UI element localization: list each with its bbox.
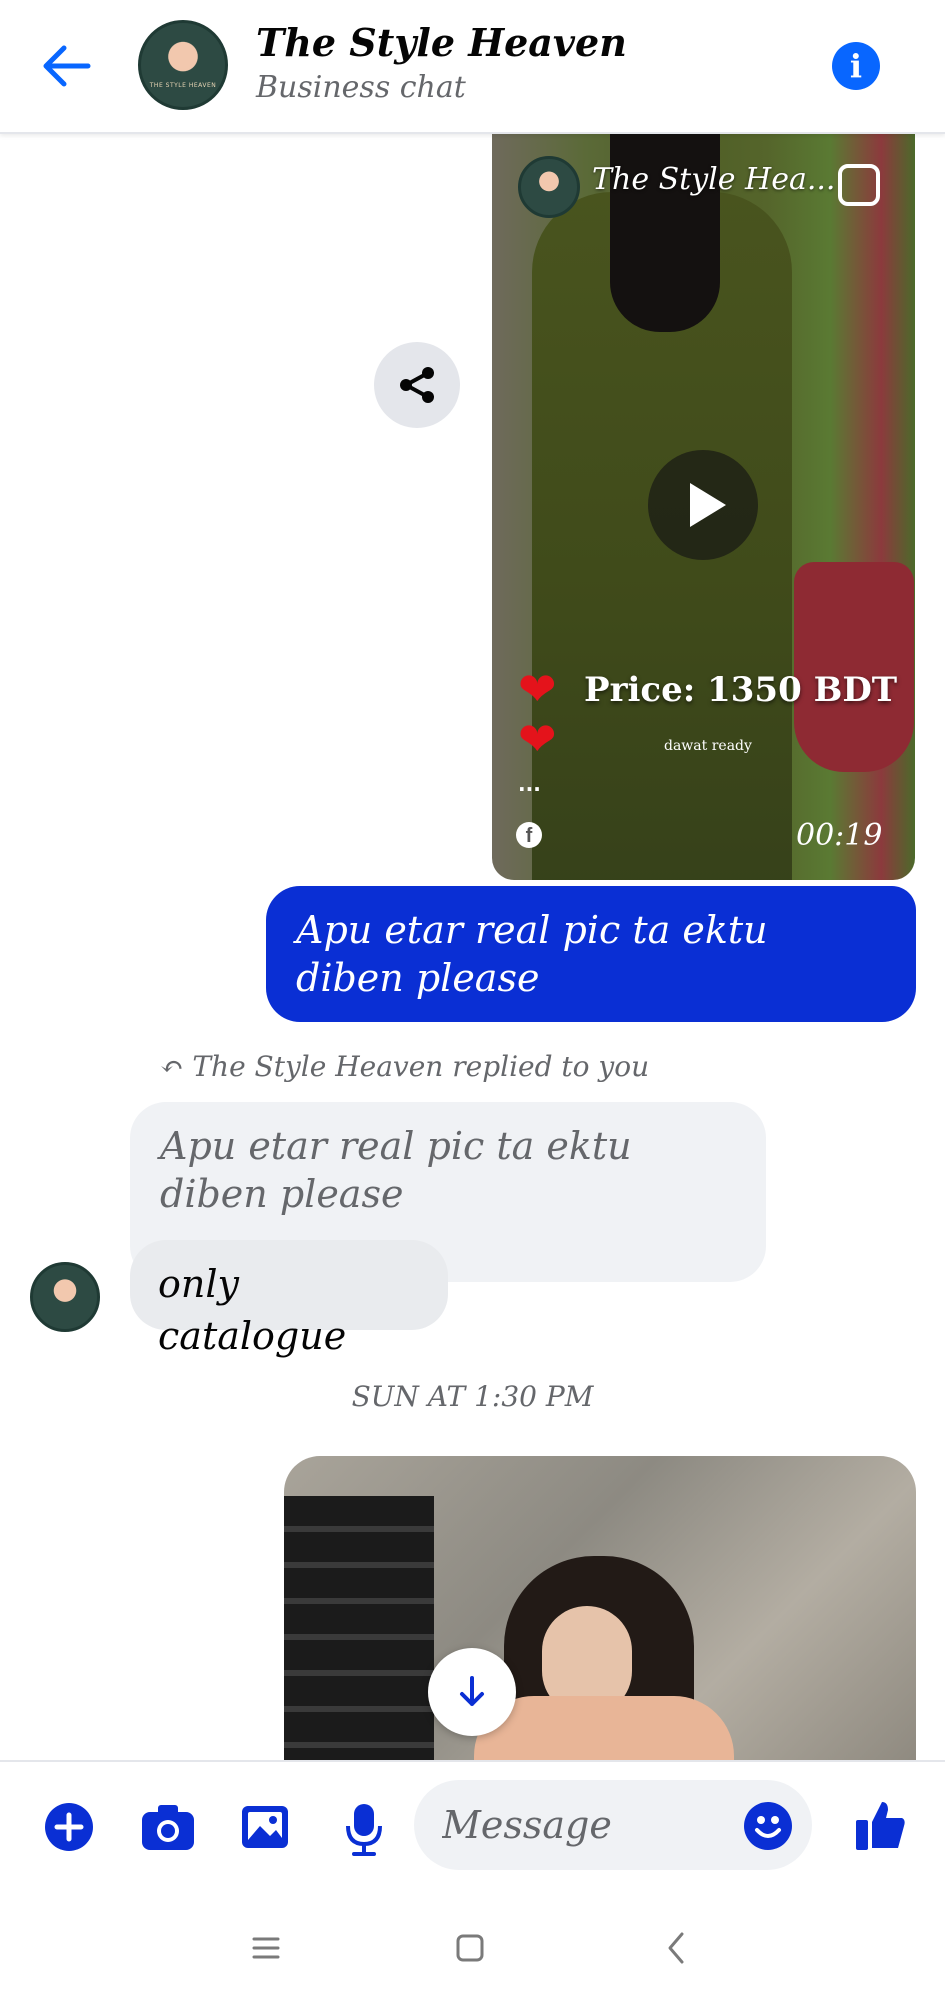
emoji-button[interactable] bbox=[744, 1802, 792, 1850]
share-button[interactable] bbox=[374, 342, 460, 428]
plant-pot-image bbox=[794, 562, 914, 772]
home-nav-button[interactable] bbox=[446, 1924, 494, 1972]
shared-video-post[interactable]: The Style Hea... ❤ ❤ Price: 1350 BDT daw… bbox=[492, 132, 915, 880]
heart-icon: ❤ bbox=[518, 712, 557, 766]
back-nav-button[interactable] bbox=[652, 1924, 700, 1972]
caption-small: dawat ready bbox=[664, 738, 752, 754]
page-title[interactable]: The Style Heaven bbox=[256, 20, 627, 65]
incoming-message[interactable]: only catalogue bbox=[130, 1240, 448, 1358]
gallery-icon bbox=[242, 1806, 288, 1848]
back-nav-icon bbox=[668, 1932, 684, 1964]
emoji-icon bbox=[755, 1816, 781, 1838]
outgoing-message[interactable]: Apu etar real pic ta ektu diben please bbox=[266, 886, 916, 1022]
plus-icon bbox=[45, 1803, 93, 1851]
reply-note: ↶ The Style Heaven replied to you bbox=[160, 1050, 649, 1083]
more-dots: ... bbox=[518, 772, 541, 796]
scroll-to-bottom-button[interactable] bbox=[428, 1648, 516, 1736]
scroll-down-icon bbox=[460, 1676, 484, 1706]
shared-photo[interactable] bbox=[284, 1456, 916, 1762]
home-icon bbox=[456, 1934, 484, 1962]
reply-note-text: The Style Heaven replied to you bbox=[192, 1050, 650, 1083]
sender-avatar[interactable] bbox=[30, 1262, 100, 1332]
thumbs-up-icon bbox=[856, 1802, 905, 1850]
info-icon: i bbox=[849, 47, 863, 85]
back-button[interactable] bbox=[38, 40, 98, 92]
page-avatar[interactable]: THE STYLE HEAVEN bbox=[138, 20, 228, 110]
camera-icon bbox=[142, 1805, 194, 1850]
like-button[interactable] bbox=[854, 1798, 908, 1856]
stairs-image bbox=[284, 1496, 434, 1762]
page-subtitle: Business chat bbox=[256, 70, 466, 105]
menu-nav-button[interactable] bbox=[242, 1924, 290, 1972]
avatar-logo-text: THE STYLE HEAVEN bbox=[149, 81, 217, 89]
reel-icon bbox=[838, 164, 880, 206]
system-nav-bar bbox=[0, 1890, 945, 2004]
share-icon bbox=[400, 367, 434, 403]
play-button[interactable] bbox=[648, 450, 758, 560]
gallery-button[interactable] bbox=[240, 1802, 290, 1856]
chat-header: THE STYLE HEAVEN The Style Heaven Busine… bbox=[0, 0, 945, 134]
post-page-avatar bbox=[518, 156, 580, 218]
mic-button[interactable] bbox=[344, 1802, 384, 1860]
plus-button[interactable] bbox=[44, 1802, 94, 1856]
price-overlay: Price: 1350 BDT bbox=[584, 670, 898, 710]
info-button[interactable]: i bbox=[832, 42, 880, 90]
heart-icon: ❤ bbox=[518, 662, 557, 716]
camera-button[interactable] bbox=[140, 1802, 196, 1856]
post-page-name[interactable]: The Style Hea... bbox=[592, 162, 835, 197]
menu-icon bbox=[252, 1937, 280, 1959]
arrow-left-icon bbox=[43, 45, 91, 87]
message-timestamp: SUN AT 1:30 PM bbox=[351, 1380, 594, 1413]
video-duration: 00:19 bbox=[796, 818, 883, 853]
mic-icon bbox=[346, 1804, 382, 1856]
facebook-icon: f bbox=[516, 822, 542, 848]
reply-arrow-icon: ↶ bbox=[160, 1050, 184, 1083]
